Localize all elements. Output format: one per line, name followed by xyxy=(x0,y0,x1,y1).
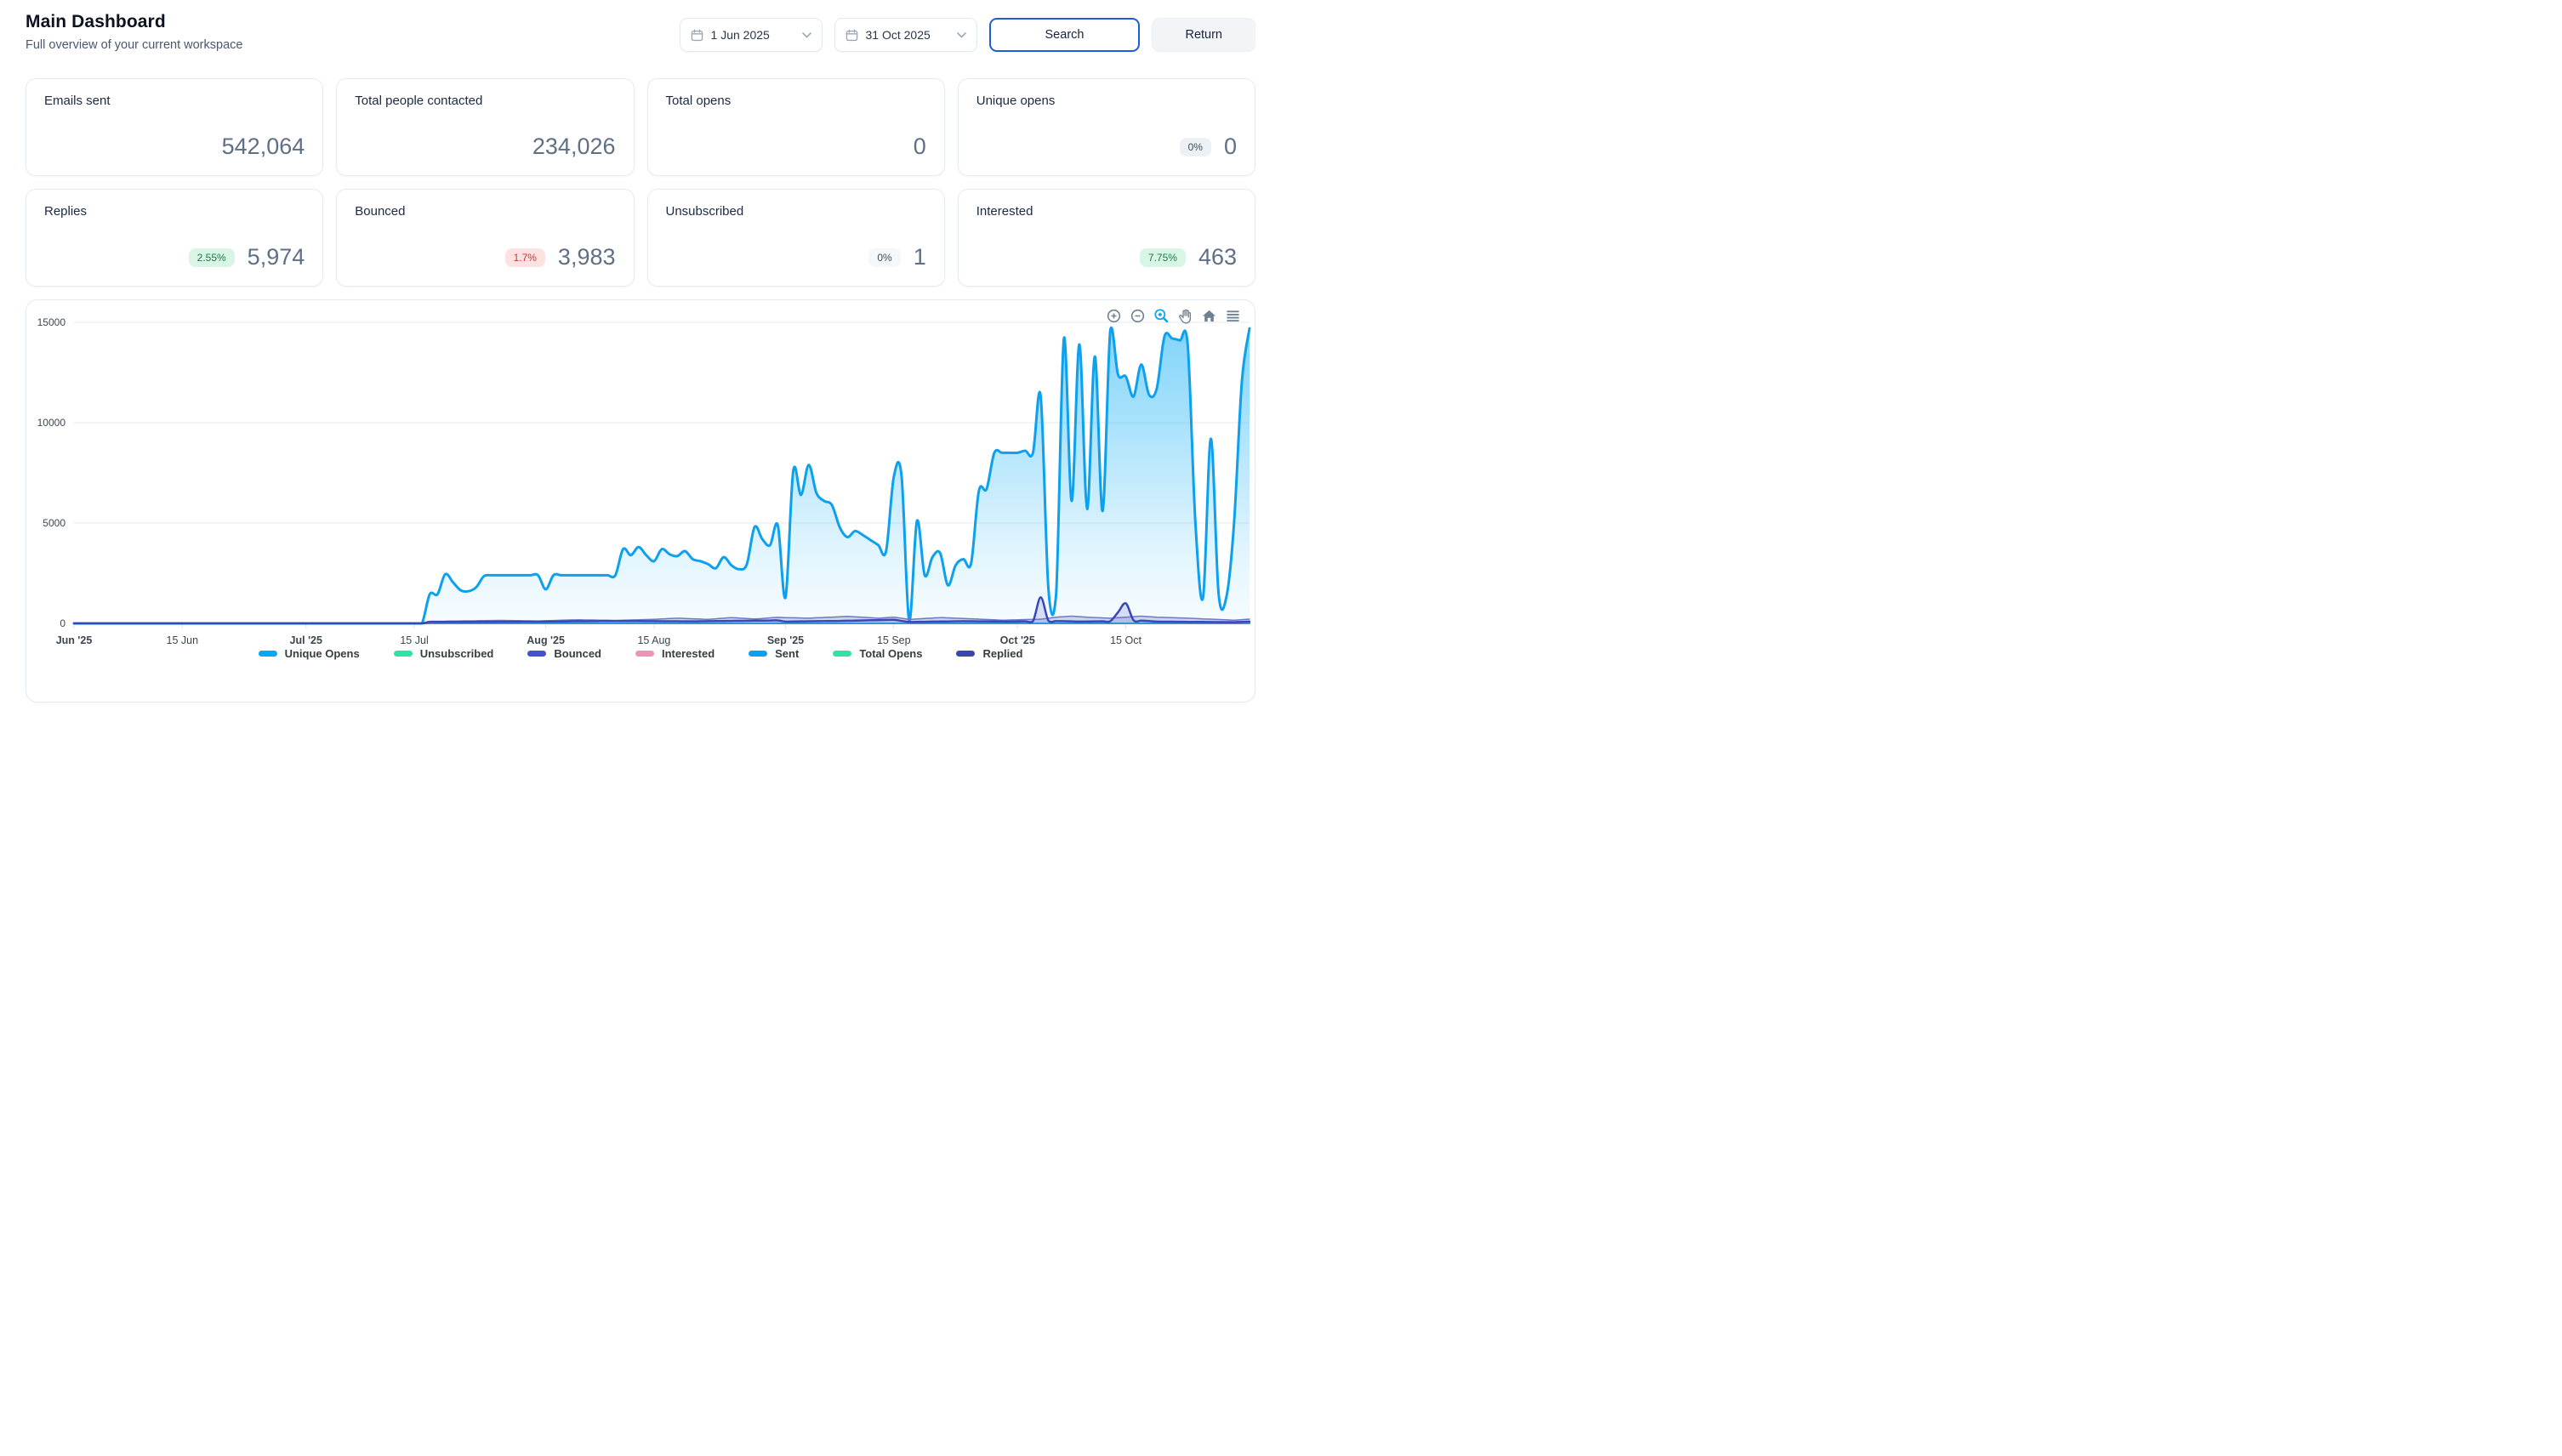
calendar-icon xyxy=(691,29,703,42)
pan-icon[interactable] xyxy=(1177,308,1193,324)
stat-value: 463 xyxy=(1198,244,1237,270)
stat-card-value-row: 0% 0 xyxy=(976,134,1237,160)
stat-card-value-row: 0% 1 xyxy=(666,244,926,270)
y-axis-tick-label: 5000 xyxy=(43,517,65,529)
stat-card-unsubscribed: Unsubscribed 0% 1 xyxy=(647,189,945,287)
campaign-activity-chart[interactable]: 0 5000 10000 15000 Jun '25 15 Jun Jul '25 15 Ju… xyxy=(26,300,1255,647)
legend-item-interested[interactable]: Interested xyxy=(635,647,715,660)
date-to-value: 31 Oct 2025 xyxy=(866,28,949,42)
y-axis-tick-label: 0 xyxy=(60,617,65,629)
stat-badge: 0% xyxy=(1180,138,1211,156)
x-axis-tick-label: 15 Jul xyxy=(400,634,428,646)
stat-value: 5,974 xyxy=(248,244,305,270)
stat-badge: 2.55% xyxy=(189,248,235,267)
stat-value: 0 xyxy=(914,134,926,160)
stat-card-label: Replies xyxy=(44,204,305,219)
legend-swatch xyxy=(749,651,767,657)
stat-badge: 1.7% xyxy=(505,248,545,267)
calendar-icon xyxy=(845,29,858,42)
legend-label: Unique Opens xyxy=(285,647,360,660)
chart-card: 0 5000 10000 15000 Jun '25 15 Jun Jul '25 15 Ju… xyxy=(26,299,1255,702)
stat-card-value-row: 542,064 xyxy=(44,134,305,160)
stat-card-value-row: 1.7% 3,983 xyxy=(355,244,615,270)
x-axis-tick-label: 15 Aug xyxy=(637,634,670,646)
stat-badge: 0% xyxy=(868,248,900,267)
stat-card-label: Emails sent xyxy=(44,94,305,108)
y-axis-tick-label: 10000 xyxy=(37,417,66,429)
stat-value: 3,983 xyxy=(558,244,616,270)
x-axis-tick-label: 15 Oct xyxy=(1110,634,1142,646)
stat-card-value-row: 0 xyxy=(666,134,926,160)
stat-card-bounced: Bounced 1.7% 3,983 xyxy=(336,189,634,287)
stat-card-label: Bounced xyxy=(355,204,615,219)
stat-value: 0 xyxy=(1224,134,1237,160)
legend-swatch xyxy=(259,651,277,657)
x-axis-tick-label: 15 Sep xyxy=(877,634,911,646)
stat-card-label: Total people contacted xyxy=(355,94,615,108)
legend-swatch xyxy=(833,651,851,657)
stat-card-total-opens: Total opens 0 xyxy=(647,78,945,176)
x-axis-tick-label: Aug '25 xyxy=(527,634,565,646)
legend-label: Replied xyxy=(982,647,1022,660)
legend-label: Bounced xyxy=(554,647,601,660)
home-icon[interactable] xyxy=(1201,308,1217,324)
return-button[interactable]: Return xyxy=(1152,18,1255,52)
legend-swatch xyxy=(394,651,413,657)
stat-card-replies: Replies 2.55% 5,974 xyxy=(26,189,323,287)
legend-item-replied[interactable]: Replied xyxy=(956,647,1022,660)
stat-badge: 7.75% xyxy=(1140,248,1186,267)
legend-label: Unsubscribed xyxy=(420,647,494,660)
stat-cards-grid: Emails sent 542,064 Total people contacted… xyxy=(26,78,1255,287)
legend-swatch xyxy=(956,651,975,657)
chart-legend: Unique Opens Unsubscribed Bounced Intereste… xyxy=(26,647,1255,660)
stat-card-unique-opens: Unique opens 0% 0 xyxy=(958,78,1255,176)
stat-card-interested: Interested 7.75% 463 xyxy=(958,189,1255,287)
legend-item-unique-opens[interactable]: Unique Opens xyxy=(259,647,360,660)
header-controls: 1 Jun 2025 31 Oct 2025 Search Return xyxy=(680,18,1255,52)
zoom-out-icon[interactable] xyxy=(1130,308,1146,324)
x-axis-tick-label: Oct '25 xyxy=(1000,634,1035,646)
legend-swatch xyxy=(527,651,546,657)
y-axis-tick-label: 15000 xyxy=(37,316,66,328)
selection-zoom-icon[interactable] xyxy=(1153,308,1170,324)
legend-item-total-opens[interactable]: Total Opens xyxy=(833,647,922,660)
page-header: Main Dashboard Full overview of your cur… xyxy=(26,0,1255,78)
stat-value: 1 xyxy=(914,244,926,270)
x-axis-tick-label: Jul '25 xyxy=(290,634,322,646)
search-button[interactable]: Search xyxy=(989,18,1141,52)
date-from-picker[interactable]: 1 Jun 2025 xyxy=(680,18,823,52)
date-to-picker[interactable]: 31 Oct 2025 xyxy=(834,18,977,52)
stat-value: 542,064 xyxy=(222,134,305,160)
legend-item-sent[interactable]: Sent xyxy=(749,647,799,660)
legend-label: Total Opens xyxy=(859,647,922,660)
dashboard-page: Main Dashboard Full overview of your cur… xyxy=(0,0,1281,702)
menu-icon[interactable] xyxy=(1225,308,1241,324)
chart-holder: 0 5000 10000 15000 Jun '25 15 Jun Jul '25 15 Ju… xyxy=(26,300,1255,651)
chart-toolbar xyxy=(1106,308,1241,324)
legend-swatch xyxy=(635,651,654,657)
legend-label: Sent xyxy=(775,647,799,660)
stat-card-total-people-contacted: Total people contacted 234,026 xyxy=(336,78,634,176)
stat-value: 234,026 xyxy=(532,134,616,160)
x-axis-tick-label: 15 Jun xyxy=(167,634,199,646)
legend-item-unsubscribed[interactable]: Unsubscribed xyxy=(394,647,494,660)
stat-card-value-row: 7.75% 463 xyxy=(976,244,1237,270)
stat-card-emails-sent: Emails sent 542,064 xyxy=(26,78,323,176)
legend-item-bounced[interactable]: Bounced xyxy=(527,647,601,660)
stat-card-label: Unsubscribed xyxy=(666,204,926,219)
stat-card-value-row: 2.55% 5,974 xyxy=(44,244,305,270)
stat-card-label: Interested xyxy=(976,204,1237,219)
stat-card-label: Unique opens xyxy=(976,94,1237,108)
x-axis-tick-label: Sep '25 xyxy=(767,634,804,646)
zoom-in-icon[interactable] xyxy=(1106,308,1122,324)
x-axis-tick-label: Jun '25 xyxy=(56,634,93,646)
date-from-value: 1 Jun 2025 xyxy=(711,28,794,42)
stat-card-label: Total opens xyxy=(666,94,926,108)
chevron-down-icon xyxy=(957,32,966,38)
legend-label: Interested xyxy=(662,647,715,660)
stat-card-value-row: 234,026 xyxy=(355,134,615,160)
chevron-down-icon xyxy=(802,32,811,38)
